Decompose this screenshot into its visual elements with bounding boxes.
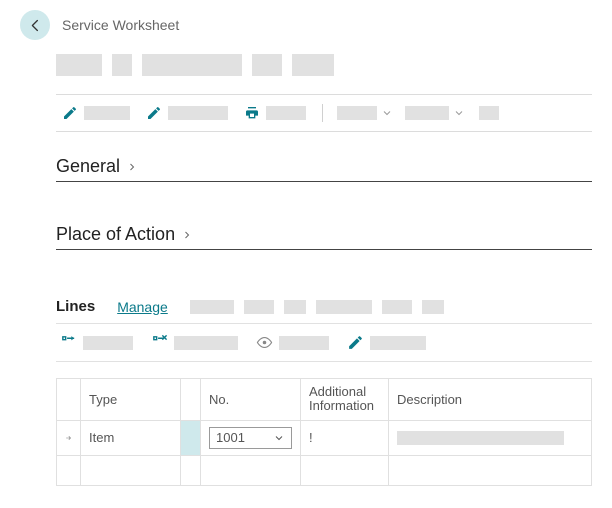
section-place-of-action-header[interactable]: Place of Action bbox=[56, 224, 592, 247]
lines-title: Lines bbox=[56, 298, 95, 315]
cell-description[interactable] bbox=[389, 420, 592, 455]
action-toolbar bbox=[56, 94, 592, 132]
table-row[interactable]: Item 1001 ! bbox=[57, 420, 592, 455]
lines-subtoolbar bbox=[56, 323, 592, 362]
cell-no[interactable]: 1001 bbox=[201, 420, 301, 455]
description-redacted bbox=[397, 431, 564, 445]
toolbar-dropdown-1[interactable] bbox=[333, 104, 397, 122]
chevron-down-icon bbox=[273, 432, 285, 444]
pencil-icon bbox=[146, 105, 162, 121]
section-divider bbox=[56, 181, 592, 182]
col-no[interactable]: No. bbox=[201, 379, 301, 421]
table-header-row: Type No. Additional Information Descript… bbox=[57, 379, 592, 421]
page-title: Service Worksheet bbox=[62, 17, 179, 33]
no-value: 1001 bbox=[216, 430, 245, 445]
pencil-icon bbox=[62, 105, 78, 121]
col-additional-info[interactable]: Additional Information bbox=[301, 379, 389, 421]
separator bbox=[322, 104, 323, 122]
toolbar-dropdown-2[interactable] bbox=[401, 104, 469, 122]
back-button[interactable] bbox=[20, 10, 50, 40]
row-indicator[interactable] bbox=[57, 420, 81, 455]
toolbar-print[interactable] bbox=[238, 103, 312, 123]
pointer-right-icon bbox=[65, 432, 72, 444]
record-title-redacted bbox=[56, 54, 592, 76]
tabs-redacted bbox=[190, 300, 444, 314]
pencil-icon bbox=[347, 334, 364, 351]
table-row-empty[interactable] bbox=[57, 455, 592, 485]
toolbar-edit-1[interactable] bbox=[56, 103, 136, 123]
col-type[interactable]: Type bbox=[81, 379, 181, 421]
lines-action-insert[interactable] bbox=[56, 332, 137, 353]
chevron-down-icon bbox=[453, 107, 465, 119]
lines-grid: Type No. Additional Information Descript… bbox=[56, 378, 592, 486]
cell-additional-info-warning[interactable]: ! bbox=[301, 420, 389, 455]
lines-tabstrip: Lines Manage bbox=[56, 298, 592, 315]
toolbar-overflow[interactable] bbox=[479, 106, 499, 120]
col-selector bbox=[57, 379, 81, 421]
cell-type[interactable]: Item bbox=[81, 420, 181, 455]
toolbar-edit-2[interactable] bbox=[140, 103, 234, 123]
arrow-left-icon bbox=[28, 18, 43, 33]
col-spacer bbox=[181, 379, 201, 421]
lines-action-delete[interactable] bbox=[147, 332, 242, 353]
lines-action-edit[interactable] bbox=[343, 332, 430, 353]
insert-line-icon bbox=[60, 334, 77, 351]
eye-icon bbox=[256, 334, 273, 351]
chevron-right-icon bbox=[126, 161, 138, 173]
section-divider bbox=[56, 249, 592, 250]
cell-highlight[interactable] bbox=[181, 420, 201, 455]
col-description[interactable]: Description bbox=[389, 379, 592, 421]
lines-action-view[interactable] bbox=[252, 332, 333, 353]
section-place-of-action-label: Place of Action bbox=[56, 224, 175, 245]
tab-manage[interactable]: Manage bbox=[117, 299, 168, 315]
chevron-down-icon bbox=[381, 107, 393, 119]
chevron-right-icon bbox=[181, 229, 193, 241]
section-general-label: General bbox=[56, 156, 120, 177]
section-general-header[interactable]: General bbox=[56, 156, 592, 179]
no-lookup-field[interactable]: 1001 bbox=[209, 427, 292, 449]
printer-icon bbox=[244, 105, 260, 121]
delete-line-icon bbox=[151, 334, 168, 351]
